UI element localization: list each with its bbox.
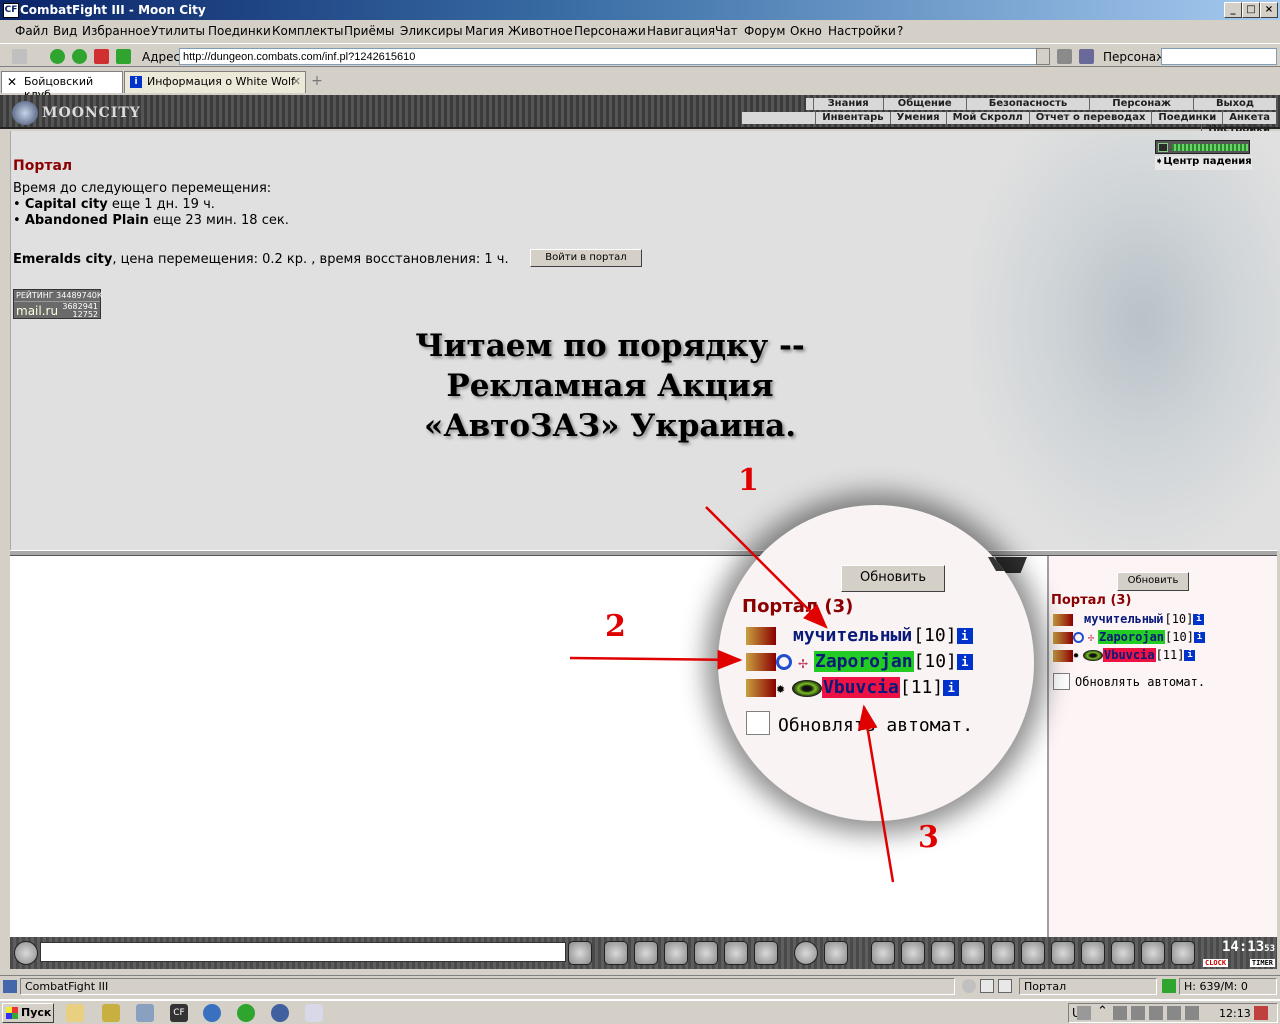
tray-clock[interactable]: 12:13 <box>1219 1007 1251 1020</box>
timer-label: TIMER <box>1249 959 1275 967</box>
app-status-icon <box>3 980 17 993</box>
filter-icon[interactable] <box>634 941 658 965</box>
tray-icon[interactable] <box>1167 1006 1181 1020</box>
notepad-icon[interactable] <box>305 1004 323 1022</box>
windows-logo-icon <box>6 1007 18 1019</box>
start-label: Пуск <box>21 1006 52 1019</box>
fighter-icon[interactable] <box>694 941 718 965</box>
clock-time: 14:13 <box>1222 939 1265 955</box>
taskbar: Пуск CF UK ⌃ 12:13 <box>0 999 1280 1024</box>
tray-icon[interactable] <box>1185 1006 1199 1020</box>
status-hp: Н: 639/М: 0 <box>1179 978 1277 995</box>
arrow-3 <box>857 704 895 883</box>
private-icon[interactable] <box>724 941 748 965</box>
group-icon[interactable] <box>1111 941 1135 965</box>
mask-icon[interactable] <box>1021 941 1045 965</box>
network-tray-icon[interactable] <box>1077 1006 1091 1020</box>
tray-icon[interactable] <box>1113 1006 1127 1020</box>
annotation-number: 3 <box>918 820 939 855</box>
treasure-icon[interactable] <box>961 941 985 965</box>
expand-tray-icon[interactable]: ⌃ <box>1097 1004 1108 1019</box>
folder-icon[interactable] <box>66 1004 84 1022</box>
annotation-arrows <box>569 506 895 883</box>
arrow-1 <box>705 506 828 629</box>
game-clock: 14:1353 CLOCK TIMER <box>1203 939 1275 967</box>
refresh-status-icon[interactable] <box>1162 979 1176 993</box>
network-icon[interactable] <box>136 1004 154 1022</box>
status-app: CombatFight III <box>20 978 955 995</box>
ie-icon[interactable] <box>203 1004 221 1022</box>
people-icon[interactable] <box>102 1004 120 1022</box>
icq-icon[interactable] <box>237 1004 255 1022</box>
smile-icon[interactable] <box>794 941 818 965</box>
tray-icon[interactable] <box>1131 1006 1145 1020</box>
exit-icon[interactable] <box>1171 941 1195 965</box>
annotation-number: 2 <box>605 609 626 644</box>
vault-icon[interactable] <box>871 941 895 965</box>
eraser-icon[interactable] <box>604 941 628 965</box>
scroll-icon[interactable] <box>901 941 925 965</box>
tray-icon[interactable] <box>1149 1006 1163 1020</box>
quest-icon[interactable] <box>991 941 1015 965</box>
friends-icon[interactable] <box>1081 941 1105 965</box>
annotation-number: 1 <box>738 463 759 498</box>
tray-icon[interactable] <box>1254 1006 1268 1020</box>
browser-icon[interactable] <box>271 1004 289 1022</box>
chat-mode-icon[interactable] <box>824 941 848 965</box>
enter-icon[interactable] <box>568 941 592 965</box>
doc-icon[interactable] <box>980 979 994 993</box>
start-button[interactable]: Пуск <box>2 1003 54 1023</box>
status-location: Портал <box>1019 978 1157 995</box>
chat-toolbar: 14:1353 CLOCK TIMER <box>10 937 1277 969</box>
guard-icon[interactable] <box>1051 941 1075 965</box>
monitor-icon[interactable] <box>664 941 688 965</box>
clock-seconds: 53 <box>1264 944 1275 954</box>
arrow-2 <box>569 649 743 670</box>
window-icon[interactable] <box>998 979 1012 993</box>
clock-icon[interactable] <box>962 979 976 993</box>
clock-label: CLOCK <box>1203 959 1229 967</box>
system-tray: ⌃ 12:13 <box>1068 1003 1278 1023</box>
sound-icon[interactable] <box>754 941 778 965</box>
chat-input[interactable] <box>40 942 566 962</box>
bag-icon[interactable] <box>931 941 955 965</box>
combatfight-icon[interactable]: CF <box>170 1004 188 1022</box>
chat-head-icon[interactable] <box>14 941 38 965</box>
flag-icon[interactable] <box>1141 941 1165 965</box>
status-bar: CombatFight III Портал Н: 639/М: 0 <box>0 975 1280 997</box>
